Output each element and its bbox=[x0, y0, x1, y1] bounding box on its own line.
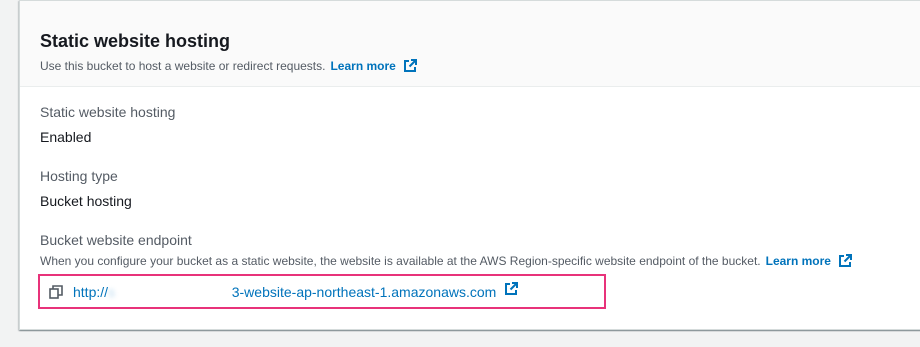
endpoint-learn-more-link[interactable]: Learn more bbox=[766, 253, 852, 269]
learn-more-label: Learn more bbox=[765, 254, 831, 268]
panel-header: Static website hosting Use this bucket t… bbox=[20, 1, 920, 87]
field-bucket-website-endpoint: Bucket website endpoint When you configu… bbox=[40, 231, 908, 269]
external-link-icon bbox=[403, 59, 417, 73]
panel-description-text: Use this bucket to host a website or red… bbox=[40, 59, 326, 73]
field-label: Bucket website endpoint bbox=[40, 232, 192, 248]
copy-icon[interactable] bbox=[49, 284, 63, 299]
bucket-website-endpoint-link[interactable]: http:// s 3-website-ap-northeast-1.amazo… bbox=[73, 281, 519, 300]
endpoint-description-text: When you configure your bucket as a stat… bbox=[40, 254, 761, 268]
learn-more-label: Learn more bbox=[330, 59, 396, 73]
learn-more-link[interactable]: Learn more bbox=[330, 58, 417, 74]
field-value: Bucket hosting bbox=[40, 193, 132, 209]
field-value: Enabled bbox=[40, 129, 92, 145]
panel-description: Use this bucket to host a website or red… bbox=[40, 58, 908, 74]
field-label: Static website hosting bbox=[40, 104, 176, 120]
endpoint-description: When you configure your bucket as a stat… bbox=[40, 253, 908, 269]
endpoint-url-prefix: http:// bbox=[73, 283, 109, 300]
external-link-icon bbox=[504, 281, 519, 296]
panel-body: Static website hosting Enabled Hosting t… bbox=[20, 87, 920, 269]
endpoint-url-redacted: s bbox=[108, 283, 232, 300]
field-static-website-hosting: Static website hosting Enabled bbox=[40, 103, 908, 146]
endpoint-highlight-box: http:// s 3-website-ap-northeast-1.amazo… bbox=[38, 274, 606, 309]
external-link-icon bbox=[838, 254, 852, 268]
endpoint-url-suffix: 3-website-ap-northeast-1.amazonaws.com bbox=[231, 283, 497, 300]
panel-title: Static website hosting bbox=[40, 31, 231, 51]
field-label: Hosting type bbox=[40, 168, 118, 184]
field-hosting-type: Hosting type Bucket hosting bbox=[40, 167, 908, 210]
static-website-hosting-panel: Static website hosting Use this bucket t… bbox=[19, 0, 920, 330]
